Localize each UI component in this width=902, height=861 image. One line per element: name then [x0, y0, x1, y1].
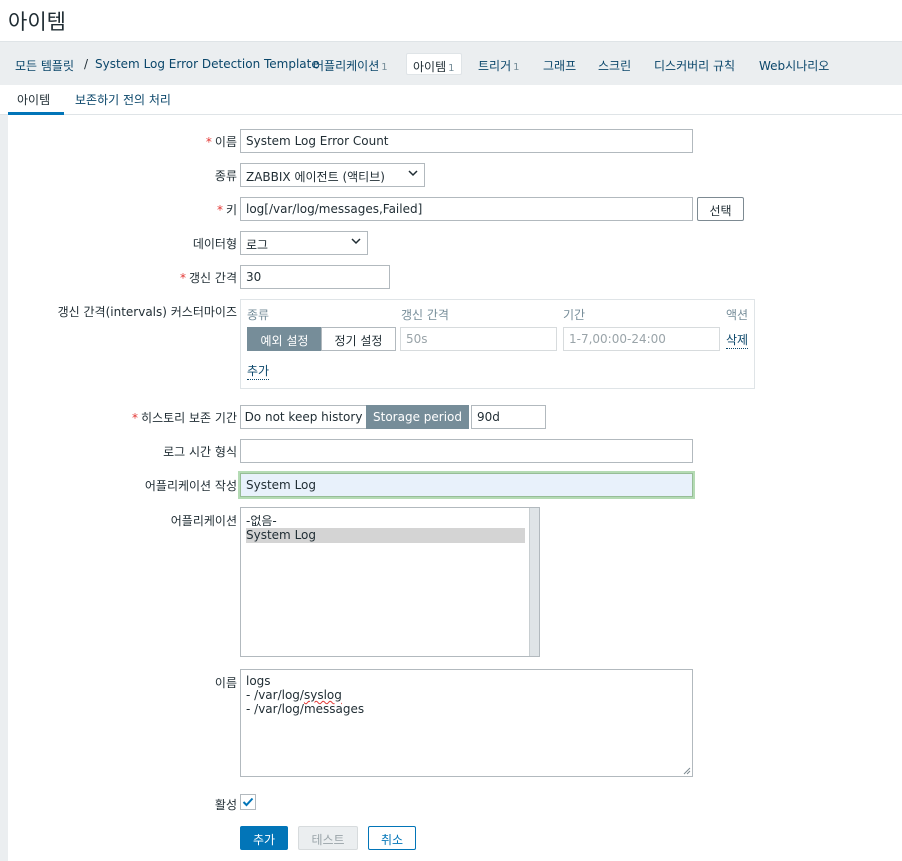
description-textarea[interactable]: logs - /var/log/syslog - /var/log/messag… — [240, 669, 693, 777]
description-label: 이름 — [214, 676, 237, 690]
custom-intervals-header-type: 종류 — [247, 308, 270, 322]
required-marker: * — [132, 411, 139, 425]
breadcrumb-triggers-label: 트리거 — [478, 59, 512, 73]
required-marker: * — [216, 203, 223, 217]
breadcrumb-all-templates[interactable]: 모든 템플릿 — [15, 57, 74, 74]
chevron-down-icon — [408, 170, 418, 177]
data-type-select[interactable]: 로그 — [240, 231, 368, 255]
enabled-label: 활성 — [214, 798, 237, 812]
update-interval-label: * 갱신 간격 — [180, 269, 237, 286]
breadcrumb-items[interactable]: 아이템 1 — [406, 53, 462, 75]
history-label: * 히스토리 보존 기간 — [132, 409, 237, 426]
breadcrumb: 모든 템플릿 / System Log Error Detection Temp… — [0, 43, 902, 85]
form-tabs: 아이템 보존하기 전의 처리 — [0, 85, 902, 115]
custom-intervals-label: 갱신 간격(intervals) 커스터마이즈 — [57, 305, 237, 319]
description-line: - /var/log/messages — [246, 702, 365, 716]
cancel-button[interactable]: 취소 — [368, 826, 416, 850]
applications-listbox[interactable]: -없음- System Log — [240, 507, 540, 657]
key-label: * 키 — [217, 201, 237, 218]
breadcrumb-triggers-count: 1 — [513, 62, 520, 73]
custom-period-input[interactable]: 1-7,00:00-24:00 — [563, 327, 720, 351]
tab-item[interactable]: 아이템 — [17, 91, 50, 108]
applications-scrollbar[interactable] — [529, 508, 539, 656]
required-marker: * — [180, 271, 187, 285]
key-select-button[interactable]: 선택 — [697, 197, 744, 221]
update-interval-label-text: 갱신 간격 — [189, 271, 237, 285]
type-select-value: ZABBIX 에이전트 (액티브) — [246, 170, 385, 184]
custom-intervals-header-action: 액션 — [726, 308, 749, 322]
breadcrumb-screens[interactable]: 스크린 — [598, 57, 631, 74]
key-input[interactable]: log[/var/log/messages,Failed] — [240, 197, 693, 221]
description-line: - /var/log/syslog — [246, 688, 687, 702]
custom-interval-input[interactable]: 50s — [400, 327, 557, 351]
item-form: * 이름 System Log Error Count 종류 ZABBIX 에이전… — [8, 115, 902, 861]
enabled-checkbox[interactable] — [240, 794, 256, 810]
chevron-down-icon — [351, 238, 361, 245]
applications-option-system-log[interactable]: System Log — [246, 528, 525, 543]
resize-handle-icon[interactable] — [683, 767, 691, 775]
breadcrumb-applications-label: 어플리케이션 — [313, 59, 380, 73]
custom-intervals-header-interval: 갱신 간격 — [401, 308, 449, 322]
remove-interval-link[interactable]: 삭제 — [726, 331, 749, 349]
breadcrumb-items-count: 1 — [448, 63, 455, 74]
page-header: 아이템 — [0, 0, 902, 42]
key-label-text: 키 — [225, 203, 237, 217]
breadcrumb-items-label: 아이템 — [413, 60, 447, 74]
breadcrumb-applications-count: 1 — [381, 62, 388, 73]
description-line: logs — [246, 674, 271, 688]
interval-type-flexible[interactable]: 예외 설정 — [247, 327, 322, 351]
applications-option-none[interactable]: -없음- — [246, 512, 525, 528]
breadcrumb-template[interactable]: System Log Error Detection Template — [95, 57, 319, 71]
data-type-label: 데이터형 — [192, 237, 237, 251]
breadcrumb-web[interactable]: Web시나리오 — [759, 57, 829, 74]
tab-preprocessing[interactable]: 보존하기 전의 처리 — [75, 91, 171, 108]
breadcrumb-triggers[interactable]: 트리거 1 — [478, 57, 520, 74]
type-label: 종류 — [214, 169, 237, 183]
add-button[interactable]: 추가 — [240, 826, 288, 850]
test-button[interactable]: 테스트 — [298, 826, 358, 850]
update-interval-input[interactable]: 30 — [240, 265, 390, 289]
history-do-not-keep-toggle[interactable]: Do not keep history — [240, 405, 367, 429]
description-line-part: - /var/log/ — [246, 688, 304, 702]
breadcrumb-applications[interactable]: 어플리케이션 1 — [313, 57, 388, 74]
log-time-format-label: 로그 시간 형식 — [163, 445, 237, 459]
name-input[interactable]: System Log Error Count — [240, 129, 693, 153]
new-application-label: 어플리케이션 작성 — [144, 479, 237, 493]
page-title: 아이템 — [8, 10, 66, 34]
applications-label: 어플리케이션 — [170, 514, 237, 528]
required-marker: * — [205, 135, 212, 149]
breadcrumb-discovery[interactable]: 디스커버리 규칙 — [654, 57, 735, 74]
breadcrumb-graphs[interactable]: 그래프 — [543, 57, 576, 74]
add-interval-link[interactable]: 추가 — [247, 362, 270, 380]
data-type-select-value: 로그 — [246, 238, 269, 252]
new-application-input[interactable]: System Log — [240, 473, 693, 497]
spellcheck-word: syslog — [303, 688, 342, 702]
type-select[interactable]: ZABBIX 에이전트 (액티브) — [240, 163, 425, 187]
custom-intervals-header-period: 기간 — [563, 308, 586, 322]
history-storage-period-toggle[interactable]: Storage period — [366, 405, 469, 429]
breadcrumb-separator: / — [84, 57, 89, 71]
history-period-input[interactable]: 90d — [471, 405, 546, 429]
name-label-text: 이름 — [214, 135, 237, 149]
interval-type-scheduling[interactable]: 정기 설정 — [321, 327, 396, 351]
history-label-text: 히스토리 보존 기간 — [141, 411, 237, 425]
custom-intervals-table: 종류 갱신 간격 기간 액션 예외 설정 정기 설정 50s 1-7,00:00… — [240, 299, 755, 389]
log-time-format-input[interactable] — [240, 439, 693, 463]
name-label: * 이름 — [206, 133, 237, 150]
checkmark-icon — [242, 797, 254, 807]
